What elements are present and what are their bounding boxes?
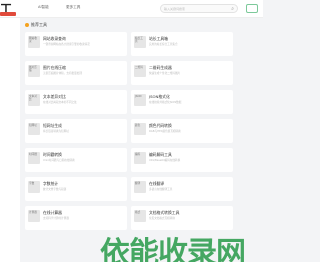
nav-link-more[interactable]: 更多工具	[66, 5, 80, 10]
tool-description: RGB与HEX颜色值互相转换	[149, 130, 181, 133]
section-title: 推荐工具	[31, 22, 47, 27]
tool-card[interactable]: 编码 编码解码工具 URL/Base64编码在线转换	[131, 148, 233, 172]
tool-card[interactable]: JSON JSON格式化 在线校验并格式化JSON数据	[131, 90, 233, 114]
tool-description: 在线校验并格式化JSON数据	[149, 101, 182, 104]
tool-description: 常见文档格式互相转换	[149, 217, 175, 220]
tool-card[interactable]: 站长工具 站长工具箱 实用的站长综合工具集合	[131, 32, 233, 56]
tool-description: Unix时间戳与日期在线转换	[43, 159, 75, 162]
tool-card[interactable]: 网站收录 网站收录查询 一键查询网站在各大搜索引擎的收录情况	[25, 32, 127, 56]
search-icon[interactable]: ⌕	[231, 6, 234, 12]
tool-thumbnail: 翻译	[134, 181, 146, 193]
tool-description: 统计文章字数与段落	[43, 188, 67, 191]
tool-description: 无损压缩图片体积，支持批量处理	[43, 72, 82, 75]
tool-thumbnail: 字数	[28, 181, 40, 193]
nav-link-ai[interactable]: AI智能	[38, 5, 49, 10]
tool-thumbnail: 网站收录	[28, 36, 40, 48]
left-sidebar	[0, 18, 20, 262]
tool-thumbnail: 时间戳	[28, 152, 40, 164]
tool-thumbnail: 编码	[134, 152, 146, 164]
tool-card[interactable]: 短网址 短网址生成 将长链接转换为短网址	[25, 119, 127, 143]
section-dot-icon	[25, 22, 29, 27]
tool-thumbnail: 二维码	[134, 65, 146, 77]
tool-thumbnail: 颜色	[134, 123, 146, 135]
site-logo[interactable]: 工具	[0, 0, 18, 33]
tool-thumbnail: 图片压缩	[28, 65, 40, 77]
tool-card[interactable]: 图片压缩 图片在线压缩 无损压缩图片体积，支持批量处理	[25, 61, 127, 85]
login-button[interactable]	[246, 4, 258, 13]
tool-description: 实用的站长综合工具集合	[149, 43, 178, 46]
search-placeholder: 输入关键词搜索	[164, 7, 186, 11]
tool-thumbnail: 文本对比	[28, 94, 40, 106]
watermark: 依能收录网	[100, 236, 246, 262]
tool-card[interactable]: 计算器 在线计算器 支持科学计算的计算器	[25, 206, 127, 230]
search-input[interactable]: 输入关键词搜索 ⌕	[160, 4, 238, 13]
section-header: 推荐工具	[25, 22, 47, 28]
tool-thumbnail: 短网址	[28, 123, 40, 135]
tool-card[interactable]: 文本对比 文本差异对比 在线对比两段文本的不同之处	[25, 90, 127, 114]
tool-card[interactable]: 二维码 二维码生成器 快速生成个性化二维码图片	[131, 61, 233, 85]
top-bar: 工具 AI智能 更多工具 输入关键词搜索 ⌕	[0, 0, 263, 33]
tool-thumbnail: JSON	[134, 94, 146, 106]
tool-description: URL/Base64编码在线转换	[149, 159, 181, 162]
tool-description: 快速生成个性化二维码图片	[149, 72, 181, 75]
tool-thumbnail: 计算器	[28, 210, 40, 222]
tool-description: 将长链接转换为短网址	[43, 130, 69, 133]
tool-card[interactable]: 翻译 在线翻译 多语言在线翻译工具	[131, 177, 233, 201]
tool-thumbnail: 站长工具	[134, 36, 146, 48]
tool-card[interactable]: 字数 字数统计 统计文章字数与段落	[25, 177, 127, 201]
tool-thumbnail: 格式	[134, 210, 146, 222]
tool-description: 支持科学计算的计算器	[43, 217, 69, 220]
tool-description: 一键查询网站在各大搜索引擎的收录情况	[43, 43, 90, 46]
tool-card[interactable]: 格式 文档格式转换工具 常见文档格式互相转换	[131, 206, 233, 230]
tool-description: 在线对比两段文本的不同之处	[43, 101, 77, 104]
tool-card[interactable]: 颜色 颜色代码转换 RGB与HEX颜色值互相转换	[131, 119, 233, 143]
logo-badge	[0, 12, 16, 16]
tool-description: 多语言在线翻译工具	[149, 188, 173, 191]
tool-card[interactable]: 时间戳 时间戳转换 Unix时间戳与日期在线转换	[25, 148, 127, 172]
